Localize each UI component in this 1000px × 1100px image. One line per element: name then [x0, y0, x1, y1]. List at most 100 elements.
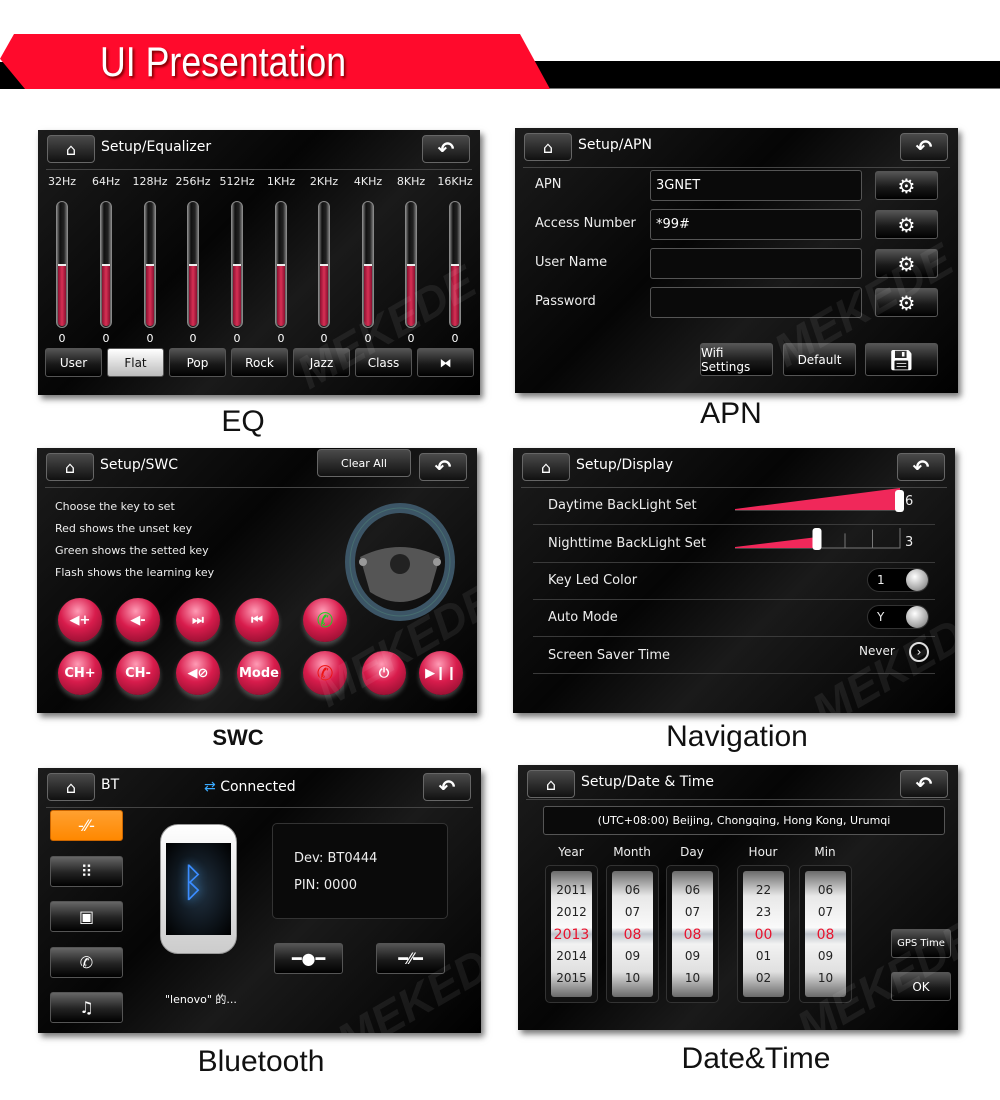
apn-field-input[interactable]: 3GNET: [650, 170, 862, 201]
eq-slider[interactable]: [144, 201, 156, 328]
timezone-selector[interactable]: (UTC+08:00) Beijing, Chongqing, Hong Kon…: [543, 806, 945, 835]
back-button[interactable]: ↶: [900, 770, 948, 798]
eq-slider[interactable]: [275, 201, 287, 328]
wheel-item[interactable]: 2013: [551, 927, 592, 943]
clear-all-button[interactable]: Clear All: [317, 449, 411, 477]
home-button[interactable]: ⌂: [46, 453, 94, 481]
wheel-item[interactable]: 09: [612, 949, 653, 963]
eq-value: 0: [102, 332, 110, 345]
apn-settings-button[interactable]: ⚙: [875, 288, 938, 317]
back-button[interactable]: ↶: [419, 453, 467, 481]
apn-settings-button[interactable]: ⚙: [875, 249, 938, 278]
volume-down-key[interactable]: ◀-: [116, 598, 160, 642]
wheel-item[interactable]: 09: [672, 949, 713, 963]
wheel-item[interactable]: 2015: [551, 971, 592, 985]
wheel-item[interactable]: 02: [743, 971, 784, 985]
eq-preset-button[interactable]: Class: [355, 348, 412, 377]
next-track-key[interactable]: ⏭: [176, 598, 220, 642]
channel-down-key[interactable]: CH-: [116, 651, 160, 695]
eq-preset-button[interactable]: ⧓: [417, 348, 474, 377]
apn-settings-button[interactable]: ⚙: [875, 171, 938, 200]
link-tab[interactable]: -⁄⁄-: [50, 810, 123, 841]
gps-time-button[interactable]: GPS Time: [891, 929, 951, 958]
save-button[interactable]: 💾︎: [865, 343, 938, 376]
wheel-item[interactable]: 10: [672, 971, 713, 985]
disconnect-button[interactable]: ━⁄⁄━: [376, 943, 445, 974]
home-button[interactable]: ⌂: [524, 133, 572, 161]
eq-slider[interactable]: [187, 201, 199, 328]
day-wheel[interactable]: 06 07 08 09 10: [666, 865, 719, 1003]
wheel-item[interactable]: 2012: [551, 905, 592, 919]
apn-field-input[interactable]: [650, 248, 862, 279]
wheel-item[interactable]: 08: [672, 927, 713, 943]
eq-slider[interactable]: [449, 201, 461, 328]
mode-key[interactable]: Mode: [237, 651, 281, 695]
eq-slider[interactable]: [231, 201, 243, 328]
nighttime-backlight-slider[interactable]: [735, 526, 905, 552]
home-button[interactable]: ⌂: [47, 135, 95, 163]
back-button[interactable]: ↶: [422, 135, 470, 163]
mute-key[interactable]: ◀⊘: [176, 651, 220, 695]
dialpad-tab[interactable]: ⠿: [50, 855, 123, 887]
wifi-settings-button[interactable]: Wifi Settings: [700, 343, 773, 376]
call-hangup-key[interactable]: ✆: [303, 651, 347, 695]
eq-slider[interactable]: [318, 201, 330, 328]
volume-up-key[interactable]: ◀+: [58, 598, 102, 642]
wheel-item[interactable]: 09: [805, 949, 846, 963]
min-wheel[interactable]: 06 07 08 09 10: [799, 865, 852, 1003]
call-log-tab[interactable]: ✆: [50, 946, 123, 978]
home-button[interactable]: ⌂: [522, 453, 570, 481]
apn-field-input[interactable]: [650, 287, 862, 318]
wheel-item[interactable]: 01: [743, 949, 784, 963]
default-button[interactable]: Default: [783, 343, 856, 376]
wheel-item[interactable]: 06: [672, 883, 713, 897]
power-key[interactable]: ⏻: [362, 651, 406, 695]
ok-button[interactable]: OK: [891, 972, 951, 1001]
eq-slider[interactable]: [405, 201, 417, 328]
hour-wheel[interactable]: 22 23 00 01 02: [737, 865, 790, 1003]
eq-preset-button[interactable]: Flat: [107, 348, 164, 377]
wheel-item[interactable]: 2014: [551, 949, 592, 963]
chevron-right-icon[interactable]: ›: [909, 642, 929, 662]
wheel-item[interactable]: 22: [743, 883, 784, 897]
wheel-item[interactable]: 07: [612, 905, 653, 919]
wheel-item[interactable]: 2011: [551, 883, 592, 897]
eq-preset-button[interactable]: User: [45, 348, 102, 377]
month-wheel[interactable]: 06 07 08 09 10: [606, 865, 659, 1003]
home-button[interactable]: ⌂: [47, 773, 95, 801]
wheel-item[interactable]: 08: [805, 927, 846, 943]
play-pause-key[interactable]: ▶❙❙: [419, 651, 463, 695]
slider-handle[interactable]: [812, 528, 822, 550]
home-button[interactable]: ⌂: [527, 770, 575, 798]
call-answer-key[interactable]: ✆: [303, 598, 347, 642]
back-button[interactable]: ↶: [423, 773, 471, 801]
wheel-item[interactable]: 00: [743, 927, 784, 943]
wheel-item[interactable]: 07: [805, 905, 846, 919]
wheel-item[interactable]: 08: [612, 927, 653, 943]
connect-button[interactable]: ━●━: [274, 943, 343, 974]
eq-preset-button[interactable]: Jazz: [293, 348, 350, 377]
slider-handle[interactable]: [895, 490, 904, 512]
eq-preset-button[interactable]: Rock: [231, 348, 288, 377]
apn-settings-button[interactable]: ⚙: [875, 210, 938, 239]
back-button[interactable]: ↶: [900, 133, 948, 161]
eq-slider[interactable]: [362, 201, 374, 328]
channel-up-key[interactable]: CH+: [58, 651, 102, 695]
wheel-item[interactable]: 07: [672, 905, 713, 919]
contacts-tab[interactable]: ▣: [50, 901, 123, 932]
wheel-item[interactable]: 06: [612, 883, 653, 897]
eq-preset-button[interactable]: Pop: [169, 348, 226, 377]
wheel-item[interactable]: 10: [612, 971, 653, 985]
year-wheel[interactable]: 2011 2012 2013 2014 2015: [545, 865, 598, 1003]
back-button[interactable]: ↶: [897, 453, 945, 481]
eq-slider[interactable]: [100, 201, 112, 328]
wheel-item[interactable]: 06: [805, 883, 846, 897]
daytime-backlight-slider[interactable]: [735, 488, 905, 514]
wheel-item[interactable]: 23: [743, 905, 784, 919]
music-tab[interactable]: ♫: [50, 992, 123, 1023]
eq-slider[interactable]: [56, 201, 68, 328]
wheel-item[interactable]: 10: [805, 971, 846, 985]
previous-track-key[interactable]: ⏮: [235, 598, 279, 642]
eq-band: 64Hz 0: [86, 175, 126, 345]
apn-field-input[interactable]: *99#: [650, 209, 862, 240]
